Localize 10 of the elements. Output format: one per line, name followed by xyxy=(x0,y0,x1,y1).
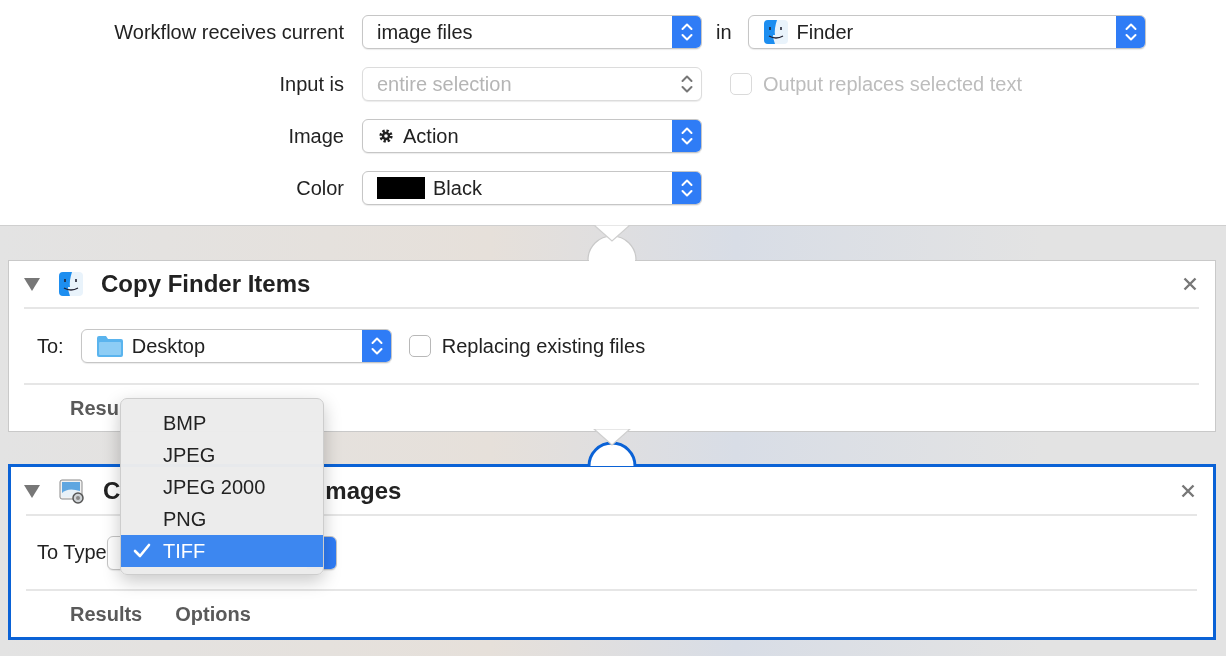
field-label: Color xyxy=(295,176,344,200)
action-title: mages xyxy=(325,476,402,505)
field-label: To Type xyxy=(37,541,107,564)
field-label: Input is xyxy=(278,72,344,96)
action-title: C xyxy=(103,476,121,505)
field-label: in xyxy=(716,20,732,44)
action-title: Copy Finder Items xyxy=(101,270,311,298)
field-label: To: xyxy=(37,334,64,358)
field-label: Workflow receives current xyxy=(113,20,344,44)
field-label: Image xyxy=(287,124,344,148)
